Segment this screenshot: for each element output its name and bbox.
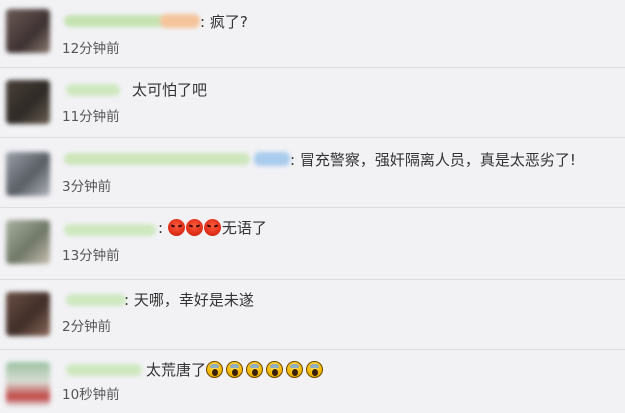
comment-item: 太可怕了吧 11分钟前 [0, 68, 625, 138]
angry-face-emoji [167, 219, 185, 236]
avatar[interactable] [6, 152, 50, 196]
comment-item: : 天哪，幸好是未遂 2分钟前 [0, 280, 625, 350]
username[interactable] [66, 364, 142, 376]
screaming-face-emoji [286, 361, 304, 378]
comment-text-row: 太荒唐了 [146, 360, 326, 380]
angry-face-emoji [185, 219, 203, 236]
comment-text: : 天哪，幸好是未遂 [124, 291, 254, 309]
screaming-face-emoji [306, 361, 324, 378]
comment-time: 11分钟前 [62, 109, 120, 125]
comment-item: : 冒充警察，强奸隔离人员，真是太恶劣了! 3分钟前 [0, 138, 625, 208]
comment-time: 13分钟前 [62, 248, 120, 264]
username[interactable] [64, 15, 164, 27]
comment-time: 10秒钟前 [62, 387, 120, 403]
screaming-face-emoji [246, 361, 264, 378]
avatar[interactable] [6, 292, 50, 336]
username[interactable] [66, 294, 126, 306]
comment-time: 12分钟前 [62, 41, 120, 57]
username-badge [254, 152, 290, 166]
comment-time: 3分钟前 [62, 179, 112, 195]
screaming-face-emoji [266, 361, 284, 378]
username-badge [160, 14, 200, 28]
screaming-face-emoji [206, 361, 224, 378]
avatar[interactable] [6, 9, 50, 53]
username[interactable] [64, 153, 250, 165]
comment-time: 2分钟前 [62, 319, 112, 335]
comment-text: 太可怕了吧 [132, 81, 208, 99]
comment-text: 太荒唐了 [146, 361, 207, 379]
comment-colon: : [158, 219, 164, 237]
comment-item: : 疯了? 12分钟前 [0, 0, 625, 68]
screaming-face-emoji [226, 361, 244, 378]
comment-text-row: : 无语了 [158, 218, 267, 238]
username[interactable] [66, 84, 120, 96]
comment-text: 无语了 [221, 219, 267, 237]
comment-text: : 疯了? [200, 13, 248, 31]
avatar[interactable] [6, 80, 50, 124]
comment-text: : 冒充警察，强奸隔离人员，真是太恶劣了! [290, 151, 576, 169]
comment-list: : 疯了? 12分钟前 太可怕了吧 11分钟前 : 冒充警察，强奸隔离人员，真是… [0, 0, 625, 413]
avatar[interactable] [6, 362, 50, 406]
comment-item: : 无语了 13分钟前 [0, 208, 625, 280]
comment-item: 太荒唐了 10秒钟前 [0, 350, 625, 413]
avatar[interactable] [6, 220, 50, 264]
username[interactable] [64, 224, 156, 236]
angry-face-emoji [203, 219, 221, 236]
